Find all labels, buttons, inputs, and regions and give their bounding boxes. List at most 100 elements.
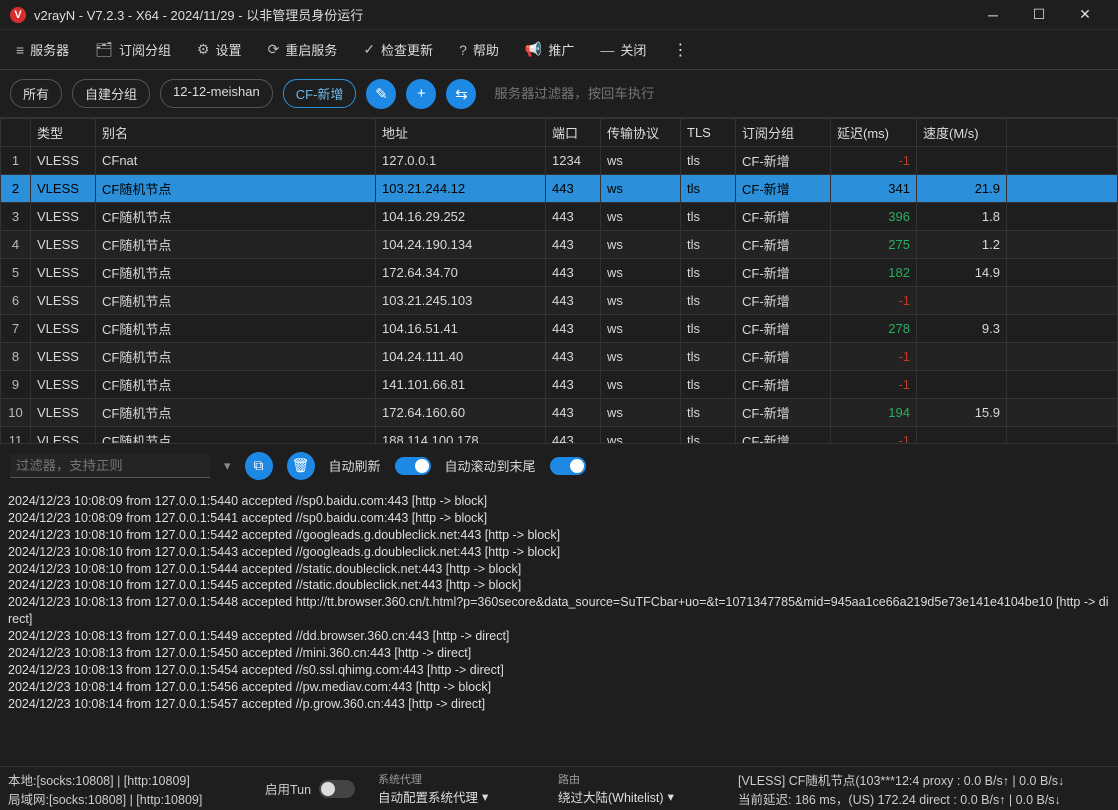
column-header[interactable]: 速度(M/s) [917,119,1007,147]
minimize-button[interactable]: ─ [970,7,1016,23]
tab-meishan[interactable]: 12-12-meishan [160,79,273,108]
help-menu[interactable]: ?帮助 [449,34,509,65]
cell: VLESS [31,203,96,231]
column-header[interactable]: 地址 [376,119,546,147]
cell: 104.16.29.252 [376,203,546,231]
maximize-button[interactable]: ☐ [1016,6,1062,23]
cell [917,371,1007,399]
route-select[interactable]: 绕过大陆(Whitelist)▾ [558,787,722,806]
cell: 443 [546,371,601,399]
restart-service-button[interactable]: ⟳重启服务 [258,34,348,65]
close-menu-icon: — [600,42,614,58]
table-row[interactable]: 7VLESSCF随机节点104.16.51.41443wstlsCF-新增278… [1,315,1118,343]
cell: 443 [546,315,601,343]
cell: 4 [1,231,31,259]
settings-menu[interactable]: ⚙设置 [187,34,252,65]
clear-button[interactable]: 🗑 [287,452,315,480]
column-header[interactable]: TLS [681,119,736,147]
cell: 443 [546,231,601,259]
cell: CF随机节点 [96,231,376,259]
overflow-menu-button[interactable]: ⋮ [662,40,698,60]
cell: tls [681,399,736,427]
main-toolbar: ≡服务器 🗂 订阅分组 ⚙设置⟳重启服务✓检查更新?帮助📢推广 — 关闭 ⋮ [0,30,1118,70]
table-row[interactable]: 4VLESSCF随机节点104.24.190.134443wstlsCF-新增2… [1,231,1118,259]
servers-menu[interactable]: ≡服务器 [6,34,79,65]
cell: ws [601,259,681,287]
server-table: 类型别名地址端口传输协议TLS订阅分组延迟(ms)速度(M/s) 1VLESSC… [0,118,1118,443]
auto-scroll-toggle[interactable] [550,457,586,475]
promote-menu-label: 推广 [548,40,574,59]
cell: VLESS [31,147,96,175]
close-window-button[interactable]: ✕ [1062,6,1108,23]
cell: CF-新增 [736,315,831,343]
subscription-group-menu[interactable]: 🗂 订阅分组 [85,34,181,65]
cell: CF-新增 [736,371,831,399]
cell: 104.24.190.134 [376,231,546,259]
edit-button[interactable]: ✎ [366,79,396,109]
sort-button[interactable]: ⇆ [446,79,476,109]
close-menu[interactable]: — 关闭 [590,34,656,65]
column-header[interactable]: 订阅分组 [736,119,831,147]
tab-cf-new[interactable]: CF-新增 [283,79,357,108]
copy-button[interactable]: ⧉ [245,452,273,480]
table-row[interactable]: 1VLESSCFnat127.0.0.11234wstlsCF-新增-1 [1,147,1118,175]
table-row[interactable]: 5VLESSCF随机节点172.64.34.70443wstlsCF-新增182… [1,259,1118,287]
table-row[interactable]: 3VLESSCF随机节点104.16.29.252443wstlsCF-新增39… [1,203,1118,231]
cell: 182 [831,259,917,287]
table-row[interactable]: 8VLESSCF随机节点104.24.111.40443wstlsCF-新增-1 [1,343,1118,371]
log-filter-input[interactable] [10,454,210,478]
auto-scroll-label: 自动滚动到末尾 [445,456,536,475]
table-row[interactable]: 9VLESSCF随机节点141.101.66.81443wstlsCF-新增-1 [1,371,1118,399]
log-output[interactable]: 2024/12/23 10:08:09 from 127.0.0.1:5440 … [0,487,1118,766]
cell: 341 [831,175,917,203]
table-row[interactable]: 2VLESSCF随机节点103.21.244.12443wstlsCF-新增34… [1,175,1118,203]
cell: CF-新增 [736,287,831,315]
cell: ws [601,175,681,203]
tab-all[interactable]: 所有 [10,79,62,108]
server-filter-input[interactable] [486,80,1108,107]
cell: CF-新增 [736,175,831,203]
table-row[interactable]: 6VLESSCF随机节点103.21.245.103443wstlsCF-新增-… [1,287,1118,315]
column-header[interactable]: 类型 [31,119,96,147]
cell [917,343,1007,371]
column-header[interactable]: 延迟(ms) [831,119,917,147]
check-update-button[interactable]: ✓检查更新 [353,34,443,65]
cell: 278 [831,315,917,343]
sysproxy-select[interactable]: 自动配置系统代理▾ [378,787,542,806]
add-button[interactable]: + [406,79,436,109]
cell [917,427,1007,444]
cell: CF随机节点 [96,371,376,399]
table-row[interactable]: 11VLESSCF随机节点188.114.100.178443wstlsCF-新… [1,427,1118,444]
check-update-button-label: 检查更新 [381,40,433,59]
cell: 15.9 [917,399,1007,427]
column-header[interactable]: 别名 [96,119,376,147]
subscription-group-menu-label: 订阅分组 [119,40,171,59]
dropdown-icon[interactable]: ▾ [224,458,231,474]
table-row[interactable]: 10VLESSCF随机节点172.64.160.60443wstlsCF-新增1… [1,399,1118,427]
sysproxy-label: 系统代理 [378,771,542,787]
group-tabs-row: 所有自建分组 12-12-meishan CF-新增 ✎ + ⇆ [0,70,1118,118]
chevron-down-icon: ▾ [668,789,674,804]
column-header[interactable] [1,119,31,147]
column-header[interactable]: 端口 [546,119,601,147]
cell: 396 [831,203,917,231]
cell: CF-新增 [736,203,831,231]
cell: CF-新增 [736,147,831,175]
tun-toggle[interactable] [319,780,355,798]
cell: 6 [1,287,31,315]
promote-menu[interactable]: 📢推广 [515,34,584,65]
cell: CF随机节点 [96,175,376,203]
close-menu-label: 关闭 [620,40,646,59]
auto-refresh-toggle[interactable] [395,457,431,475]
cell: 443 [546,427,601,444]
cell: 1234 [546,147,601,175]
cell: tls [681,147,736,175]
tab-self-built[interactable]: 自建分组 [72,79,150,108]
cell: 141.101.66.81 [376,371,546,399]
restart-service-button-label: 重启服务 [285,40,337,59]
cell: ws [601,315,681,343]
cell: -1 [831,147,917,175]
cell: CF-新增 [736,427,831,444]
subscription-group-menu-icon: 🗂 [95,41,113,58]
column-header[interactable]: 传输协议 [601,119,681,147]
